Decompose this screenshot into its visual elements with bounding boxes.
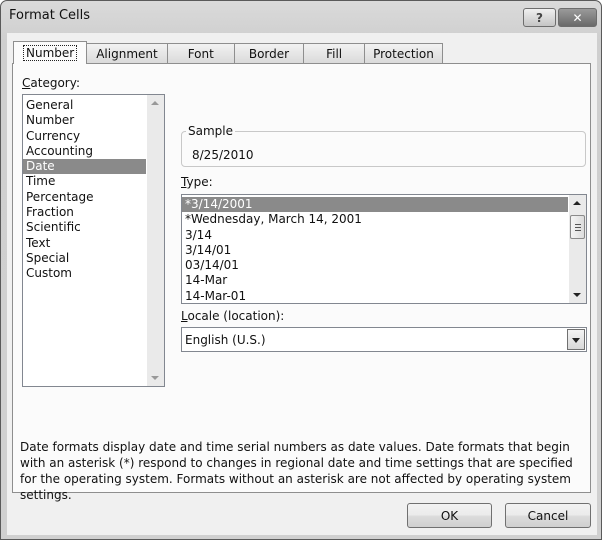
type-list-item[interactable]: 03/14/01: [182, 258, 568, 273]
scroll-down-icon[interactable]: [151, 376, 159, 380]
type-list-item[interactable]: 3/14/01: [182, 243, 568, 258]
help-button[interactable]: ?: [523, 8, 556, 27]
ok-button[interactable]: OK: [407, 503, 492, 528]
tab-number[interactable]: Number: [13, 41, 88, 64]
tab-alignment[interactable]: Alignment: [86, 43, 168, 64]
category-list-item[interactable]: General: [23, 98, 146, 113]
cancel-button[interactable]: Cancel: [505, 503, 591, 528]
type-list-item[interactable]: 3/14: [182, 228, 568, 243]
dropdown-button[interactable]: [567, 329, 585, 350]
category-list-item[interactable]: Fraction: [23, 205, 146, 220]
locale-value: English (U.S.): [185, 333, 266, 347]
number-tab-panel: Category: General Number Currency Accountin…: [12, 63, 591, 502]
category-list-item[interactable]: Scientific: [23, 220, 146, 235]
help-icon: ?: [536, 10, 543, 25]
category-scrollbar[interactable]: [147, 95, 164, 386]
type-list[interactable]: *3/14/2001 *Wednesday, March 14, 2001 3/14…: [181, 194, 587, 304]
tab-label: Protection: [373, 47, 434, 61]
tab-bar: Number Alignment Font Border Fill Protec…: [13, 41, 443, 64]
tab-label: Alignment: [96, 47, 158, 61]
tab-label: Font: [187, 47, 214, 61]
category-list-item[interactable]: Percentage: [23, 190, 146, 205]
category-list[interactable]: General Number Currency Accounting Date Time P…: [22, 94, 165, 387]
category-list-item[interactable]: Special: [23, 251, 146, 266]
sample-legend: Sample: [186, 124, 235, 138]
tab-fill[interactable]: Fill: [303, 43, 366, 64]
dialog-body: Number Alignment Font Border Fill Protec…: [7, 33, 597, 535]
scroll-up-icon[interactable]: [573, 201, 581, 205]
tab-border[interactable]: Border: [233, 43, 305, 64]
close-button[interactable]: ✕: [558, 8, 597, 27]
type-list-item[interactable]: 14-Mar-01: [182, 289, 568, 303]
scroll-down-icon[interactable]: [573, 293, 581, 297]
locale-dropdown[interactable]: English (U.S.): [181, 327, 587, 352]
category-list-item[interactable]: Custom: [23, 266, 146, 281]
tab-font[interactable]: Font: [166, 43, 235, 64]
tab-protection[interactable]: Protection: [364, 43, 443, 64]
type-label: Type:: [181, 175, 213, 189]
tab-label: Border: [248, 47, 290, 61]
locale-label: Locale (location):: [181, 309, 285, 323]
category-list-item[interactable]: Number: [23, 113, 146, 128]
scroll-thumb[interactable]: [570, 215, 585, 239]
sample-value: 8/25/2010: [192, 148, 254, 162]
category-list-item[interactable]: Date: [23, 159, 146, 175]
dialog-title: Format Cells: [9, 8, 91, 23]
type-list-item[interactable]: 14-Mar: [182, 273, 568, 288]
category-list-item[interactable]: Accounting: [23, 144, 146, 159]
category-label: Category:: [22, 76, 80, 90]
format-description: Date formats display date and time seria…: [20, 440, 573, 502]
tab-label: Fill: [326, 47, 343, 61]
sample-group: Sample 8/25/2010: [181, 124, 586, 167]
category-list-item[interactable]: Currency: [23, 129, 146, 144]
chevron-down-icon: [572, 338, 580, 343]
format-cells-dialog: Format Cells ? ✕ Number Alignment Font B…: [0, 0, 602, 540]
category-list-item[interactable]: Text: [23, 236, 146, 251]
tab-label: Number: [23, 45, 78, 61]
close-icon: ✕: [572, 10, 583, 25]
type-list-item[interactable]: *Wednesday, March 14, 2001: [182, 212, 568, 227]
category-list-item[interactable]: Time: [23, 174, 146, 189]
type-scrollbar[interactable]: [569, 195, 586, 303]
type-list-item[interactable]: *3/14/2001: [182, 197, 568, 213]
scroll-up-icon[interactable]: [151, 101, 159, 105]
